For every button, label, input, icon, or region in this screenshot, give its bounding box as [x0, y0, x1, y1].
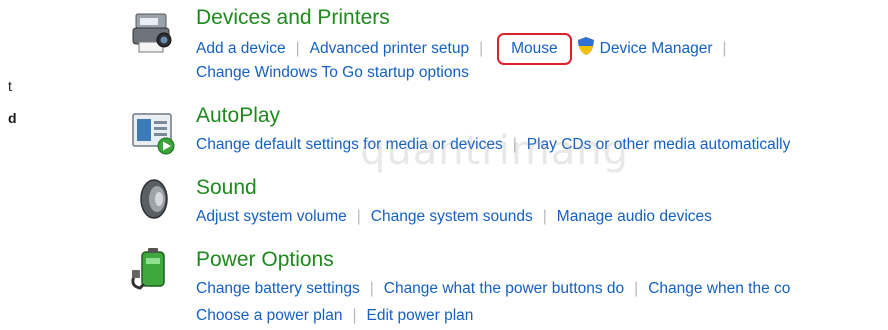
- autoplay-icon: [132, 113, 175, 155]
- separator: |: [479, 40, 484, 57]
- edit-power-plan-link[interactable]: Edit power plan: [367, 307, 474, 324]
- change-default-settings-link[interactable]: Change default settings for media or dev…: [196, 136, 503, 153]
- device-manager-link[interactable]: Device Manager: [600, 40, 713, 57]
- power-buttons-link[interactable]: Change what the power buttons do: [384, 280, 624, 297]
- power-links-row: Change battery settings | Change what the …: [196, 279, 790, 299]
- printer-camera-icon: [132, 13, 172, 53]
- advanced-printer-setup-link[interactable]: Advanced printer setup: [310, 40, 469, 57]
- devices-links-row-2: Change Windows To Go startup options: [196, 63, 469, 83]
- change-when-computer-sleeps-link[interactable]: Change when the co: [648, 280, 790, 297]
- separator: |: [512, 136, 517, 153]
- add-a-device-link[interactable]: Add a device: [196, 40, 286, 57]
- adjust-system-volume-link[interactable]: Adjust system volume: [196, 208, 347, 225]
- devices-links-row: Add a device | Advanced printer setup | Mous…: [196, 33, 737, 65]
- play-cds-link[interactable]: Play CDs or other media automatically: [527, 136, 791, 153]
- power-links-row-2: Choose a power plan | Edit power plan: [196, 306, 473, 326]
- sound-links-row: Adjust system volume | Change system sound…: [196, 207, 712, 227]
- speaker-icon: [140, 179, 168, 219]
- separator: |: [356, 208, 361, 225]
- battery-plug-icon: [131, 248, 165, 290]
- separator: |: [542, 208, 547, 225]
- separator: |: [722, 40, 727, 57]
- separator: |: [634, 280, 639, 297]
- devices-and-printers-title[interactable]: Devices and Printers: [196, 6, 390, 30]
- autoplay-title[interactable]: AutoPlay: [196, 104, 280, 128]
- sound-title[interactable]: Sound: [196, 176, 257, 200]
- separator: |: [295, 40, 300, 57]
- power-options-title[interactable]: Power Options: [196, 248, 334, 272]
- sidebar-fragment: t: [8, 78, 12, 94]
- mouse-link[interactable]: Mouse: [511, 40, 558, 57]
- windows-to-go-link[interactable]: Change Windows To Go startup options: [196, 64, 469, 81]
- mouse-highlight-box: Mouse: [497, 33, 572, 65]
- change-battery-settings-link[interactable]: Change battery settings: [196, 280, 360, 297]
- choose-power-plan-link[interactable]: Choose a power plan: [196, 307, 343, 324]
- change-system-sounds-link[interactable]: Change system sounds: [371, 208, 533, 225]
- uac-shield-icon: [577, 37, 594, 55]
- sidebar-fragment-bold[interactable]: d: [8, 110, 17, 126]
- autoplay-links-row: Change default settings for media or dev…: [196, 135, 790, 155]
- manage-audio-devices-link[interactable]: Manage audio devices: [557, 208, 712, 225]
- separator: |: [352, 307, 357, 324]
- separator: |: [369, 280, 374, 297]
